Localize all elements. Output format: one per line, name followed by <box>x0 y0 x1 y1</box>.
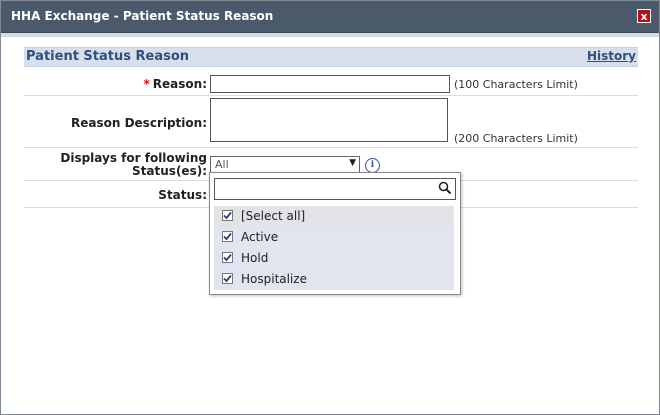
description-label: Reason Description: <box>71 116 207 130</box>
info-icon[interactable]: i <box>365 158 380 173</box>
statuses-label-line1: Displays for following <box>60 151 207 165</box>
checkbox[interactable] <box>222 273 233 284</box>
checkmark-icon <box>223 211 232 220</box>
dropdown-search <box>214 178 456 200</box>
list-item-label: Hospitalize <box>241 272 307 286</box>
list-item-select-all[interactable]: [Select all] <box>214 206 454 227</box>
reason-input[interactable] <box>210 75 450 93</box>
dropdown-search-input[interactable] <box>218 179 432 199</box>
search-icon[interactable] <box>438 181 452 195</box>
statuses-dropdown: [Select all] Active Hold Hospitalize <box>209 172 461 295</box>
title-bar[interactable]: HHA Exchange - Patient Status Reason x <box>1 1 659 33</box>
dropdown-list: [Select all] Active Hold Hospitalize <box>214 206 454 290</box>
reason-label-text: Reason: <box>152 77 207 91</box>
close-button[interactable]: x <box>637 9 651 23</box>
dropdown-arrow-icon[interactable]: ▼ <box>349 158 356 168</box>
statuses-label: Displays for following Status(es): <box>60 152 207 178</box>
status-label: Status: <box>158 188 207 202</box>
checkbox[interactable] <box>222 252 233 263</box>
list-item-hospitalize[interactable]: Hospitalize <box>214 269 454 290</box>
section-title: Patient Status Reason <box>26 49 190 64</box>
reason-hint: (100 Characters Limit) <box>454 78 578 91</box>
list-item-hold[interactable]: Hold <box>214 248 454 269</box>
form-panel: Patient Status Reason History <box>24 47 638 67</box>
title-divider <box>1 33 659 37</box>
history-link[interactable]: History <box>587 49 636 63</box>
required-marker: * <box>143 77 150 91</box>
statuses-selected-value: All <box>215 158 229 171</box>
reason-label: * Reason: <box>144 77 208 91</box>
list-item-label: Active <box>241 230 279 244</box>
description-hint: (200 Characters Limit) <box>454 132 578 145</box>
reason-row: * Reason: (100 Characters Limit) <box>24 73 638 96</box>
checkmark-icon <box>223 274 232 283</box>
checkmark-icon <box>223 253 232 262</box>
checkbox[interactable] <box>222 231 233 242</box>
list-item-active[interactable]: Active <box>214 227 454 248</box>
list-item-label: [Select all] <box>241 209 306 223</box>
description-textarea[interactable] <box>210 98 448 142</box>
checkbox[interactable] <box>222 210 233 221</box>
window-title: HHA Exchange - Patient Status Reason <box>11 9 274 23</box>
statuses-label-line2: Status(es): <box>132 164 207 178</box>
checkmark-icon <box>223 232 232 241</box>
list-item-label: Hold <box>241 251 269 265</box>
description-row: Reason Description: (200 Characters Limi… <box>24 96 638 148</box>
section-header: Patient Status Reason History <box>24 47 638 67</box>
